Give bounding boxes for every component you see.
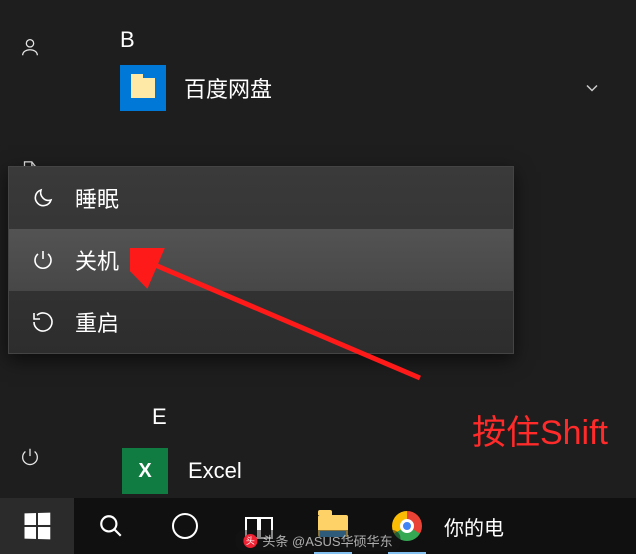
annotation-text: 按住Shift [472,405,608,454]
user-account-icon[interactable] [0,20,60,74]
apps-list: B 百度网盘 [108,20,626,116]
power-icon[interactable] [0,430,60,484]
restart-icon [31,310,55,334]
power-icon [31,248,55,272]
excel-tile-icon: X [122,448,168,494]
chevron-down-icon[interactable] [582,78,602,103]
power-context-menu: 睡眠 关机 重启 [8,166,514,354]
cortana-icon [172,513,198,539]
power-menu-label: 关机 [75,244,119,276]
app-label: 百度网盘 [184,72,272,104]
section-letter-b[interactable]: B [120,20,626,60]
search-icon [98,513,124,539]
app-label: Excel [188,458,242,484]
watermark: 头 头条 @ASUS华硕华东 [235,530,400,551]
watermark-logo-icon: 头 [243,534,257,548]
app-item-baidu[interactable]: 百度网盘 [108,60,626,116]
windows-logo-icon [25,513,51,540]
taskbar-search-button[interactable] [74,498,148,554]
taskbar-cortana-button[interactable] [148,498,222,554]
watermark-text: 头条 @ASUS华硕华东 [262,531,392,550]
section-letter-e[interactable]: E [152,404,167,430]
moon-icon [31,186,55,210]
power-menu-label: 睡眠 [75,182,119,214]
app-item-excel[interactable]: X Excel [122,448,242,494]
folder-tile-icon [120,65,166,111]
power-menu-shutdown[interactable]: 关机 [9,229,513,291]
power-menu-label: 重启 [75,306,119,338]
start-button[interactable] [0,498,74,554]
power-menu-restart[interactable]: 重启 [9,291,513,353]
power-menu-sleep[interactable]: 睡眠 [9,167,513,229]
taskbar-window-title[interactable]: 你的电 [444,512,504,541]
